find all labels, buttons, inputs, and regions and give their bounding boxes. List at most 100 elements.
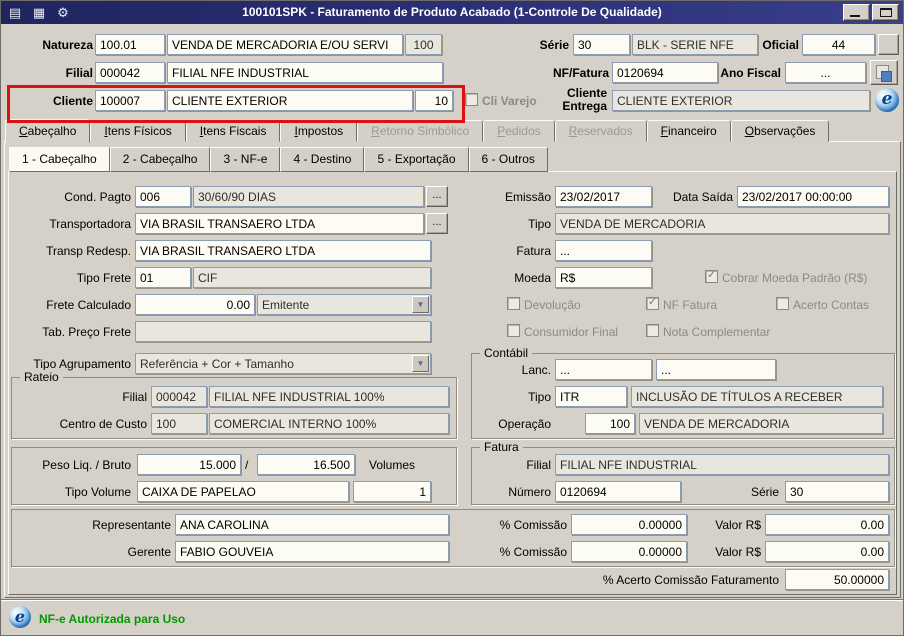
ano-fiscal-lookup-button[interactable] bbox=[870, 60, 898, 85]
acerto-comissao-field[interactable]: 50.00000 bbox=[785, 569, 889, 590]
tipo-frete-desc-field: CIF bbox=[193, 267, 431, 288]
frete-calculado-label: Frete Calculado bbox=[46, 298, 131, 312]
tab-observacoes[interactable]: Observações bbox=[730, 120, 830, 142]
chevron-down-icon: ▼ bbox=[412, 296, 429, 313]
lanc-field-2[interactable]: ... bbox=[656, 359, 776, 380]
subtab-1-cabecalho[interactable]: 1 - Cabeçalho bbox=[9, 147, 110, 172]
volumes-label: Volumes bbox=[369, 458, 416, 472]
representante-valor-field[interactable]: 0.00 bbox=[765, 514, 889, 535]
rateio-filial-code-field: 000042 bbox=[151, 386, 207, 407]
emissao-label: Emissão bbox=[504, 190, 551, 204]
transportadora-field[interactable]: VIA BRASIL TRANSAERO LTDA bbox=[135, 213, 424, 234]
tab-preco-frete-label: Tab. Preço Frete bbox=[42, 325, 131, 339]
peso-bruto-field[interactable]: 16.500 bbox=[257, 454, 355, 475]
tab-retorno-simbolico: Retorno Simbólico bbox=[357, 120, 484, 142]
oficial-field[interactable]: 44 bbox=[802, 34, 875, 55]
lanc-field-1[interactable]: ... bbox=[555, 359, 652, 380]
emissao-field[interactable]: 23/02/2017 bbox=[555, 186, 652, 207]
fatura-field[interactable]: ... bbox=[555, 240, 652, 261]
fatura-serie-field[interactable]: 30 bbox=[785, 481, 889, 502]
subtab-5-exportacao[interactable]: 5 - Exportação bbox=[364, 147, 469, 172]
tipo-frete-label: Tipo Frete bbox=[76, 271, 131, 285]
serie-desc-field: BLK - SERIE NFE bbox=[632, 34, 758, 55]
nf-fatura-checkbox bbox=[646, 295, 659, 310]
transp-redesp-label: Transp Redesp. bbox=[46, 244, 131, 258]
serie-code-field[interactable]: 30 bbox=[573, 34, 630, 55]
natureza-code-field[interactable]: 100.01 bbox=[95, 34, 165, 55]
subtab-6-outros[interactable]: 6 - Outros bbox=[468, 147, 548, 172]
tipo-agrupamento-combo: Referência + Cor + Tamanho ▼ bbox=[135, 353, 431, 374]
fatura-numero-field[interactable]: 0120694 bbox=[555, 481, 681, 502]
filial-code-field[interactable]: 000042 bbox=[95, 62, 165, 83]
gerente-pct-label: % Comissão bbox=[499, 545, 567, 559]
peso-liquido-field[interactable]: 15.000 bbox=[137, 454, 241, 475]
subtab-4-destino[interactable]: 4 - Destino bbox=[280, 147, 365, 172]
contabil-tipo-label: Tipo bbox=[528, 390, 551, 404]
serie-lookup-button[interactable] bbox=[878, 34, 899, 55]
operacao-code-field[interactable]: 100 bbox=[585, 413, 635, 434]
contabil-group-title: Contábil bbox=[480, 346, 533, 360]
tab-reservados: Reservados bbox=[554, 120, 647, 142]
titlebar: ▤ ▦ ⚙ 100101SPK - Faturamento de Produto… bbox=[1, 1, 903, 24]
tipo-volume-field[interactable]: CAIXA DE PAPELAO bbox=[137, 481, 349, 502]
contabil-tipo-desc-field: INCLUSÃO DE TÍTULOS A RECEBER bbox=[631, 386, 883, 407]
nf-fatura-check-label: NF Fatura bbox=[663, 298, 718, 312]
tab-itens-fisicos[interactable]: Itens Físicos bbox=[90, 120, 186, 142]
status-message: NF-e Autorizada para Uso bbox=[39, 612, 186, 626]
document-icon bbox=[876, 65, 892, 82]
maximize-button[interactable] bbox=[872, 4, 899, 21]
gerente-valor-field[interactable]: 0.00 bbox=[765, 541, 889, 562]
cliente-code-field[interactable]: 100007 bbox=[95, 90, 165, 111]
tab-cabecalho[interactable]: Cabeçalho bbox=[5, 119, 91, 143]
peso-separator: / bbox=[245, 458, 249, 472]
cliente-desc-field: CLIENTE EXTERIOR bbox=[167, 90, 413, 111]
representante-pct-field[interactable]: 0.00000 bbox=[571, 514, 687, 535]
fatura-label: Fatura bbox=[516, 244, 551, 258]
rateio-filial-label: Filial bbox=[122, 390, 147, 404]
app-window: ▤ ▦ ⚙ 100101SPK - Faturamento de Produto… bbox=[0, 0, 904, 636]
globe-letter: e bbox=[14, 607, 26, 626]
nf-fatura-field[interactable]: 0120694 bbox=[612, 62, 718, 83]
nota-complementar-label: Nota Complementar bbox=[663, 325, 771, 339]
sub-tab-bar: 1 - Cabeçalho 2 - Cabeçalho 3 - NF-e 4 -… bbox=[9, 147, 548, 172]
volumes-field[interactable]: 1 bbox=[353, 481, 431, 502]
globe-letter: e bbox=[881, 89, 893, 109]
statusbar-divider bbox=[1, 599, 903, 601]
gerente-pct-field[interactable]: 0.00000 bbox=[571, 541, 687, 562]
representante-label: Representante bbox=[92, 518, 171, 532]
gerente-field[interactable]: FABIO GOUVEIA bbox=[175, 541, 449, 562]
cond-pagto-label: Cond. Pagto bbox=[64, 190, 131, 204]
tab-itens-fiscais[interactable]: Itens Fiscais bbox=[185, 120, 281, 142]
ano-fiscal-field[interactable]: ... bbox=[785, 62, 866, 83]
moeda-field[interactable]: R$ bbox=[555, 267, 652, 288]
tipo-field: VENDA DE MERCADORIA bbox=[555, 213, 889, 234]
subtab-3-nfe[interactable]: 3 - NF-e bbox=[210, 147, 281, 172]
minimize-button[interactable] bbox=[843, 4, 870, 21]
window-title: 100101SPK - Faturamento de Produto Acaba… bbox=[242, 5, 662, 19]
ano-fiscal-label: Ano Fiscal bbox=[720, 66, 781, 80]
frete-tipo-combo: Emitente ▼ bbox=[257, 294, 431, 315]
cobrar-moeda-label: Cobrar Moeda Padrão (R$) bbox=[722, 271, 868, 285]
filial-label: Filial bbox=[65, 66, 93, 80]
tipo-agrupamento-value: Referência + Cor + Tamanho bbox=[140, 357, 294, 371]
operacao-label: Operação bbox=[498, 417, 551, 431]
tab-financeiro[interactable]: Financeiro bbox=[646, 120, 731, 142]
tab-pedidos: Pedidos bbox=[483, 120, 555, 142]
tipo-frete-code-field[interactable]: 01 bbox=[135, 267, 191, 288]
representante-field[interactable]: ANA CAROLINA bbox=[175, 514, 449, 535]
moeda-label: Moeda bbox=[514, 271, 551, 285]
tab-impostos[interactable]: Impostos bbox=[280, 120, 358, 142]
cliente-loja-field[interactable]: 10 bbox=[415, 90, 453, 111]
subtab-2-cabecalho[interactable]: 2 - Cabeçalho bbox=[109, 147, 211, 172]
globe-icon[interactable]: e bbox=[875, 88, 899, 112]
cond-pagto-code-field[interactable]: 006 bbox=[135, 186, 191, 207]
devolucao-label: Devolução bbox=[524, 298, 581, 312]
data-saida-field[interactable]: 23/02/2017 00:00:00 bbox=[737, 186, 889, 207]
cobrar-moeda-checkbox bbox=[705, 268, 718, 283]
frete-calculado-field[interactable]: 0.00 bbox=[135, 294, 255, 315]
filial-desc-field: FILIAL NFE INDUSTRIAL bbox=[167, 62, 443, 83]
cliente-label: Cliente bbox=[52, 94, 93, 108]
contabil-tipo-code-field[interactable]: ITR bbox=[555, 386, 627, 407]
gerente-valor-label: Valor R$ bbox=[715, 545, 761, 559]
transp-redesp-field[interactable]: VIA BRASIL TRANSAERO LTDA bbox=[135, 240, 431, 261]
